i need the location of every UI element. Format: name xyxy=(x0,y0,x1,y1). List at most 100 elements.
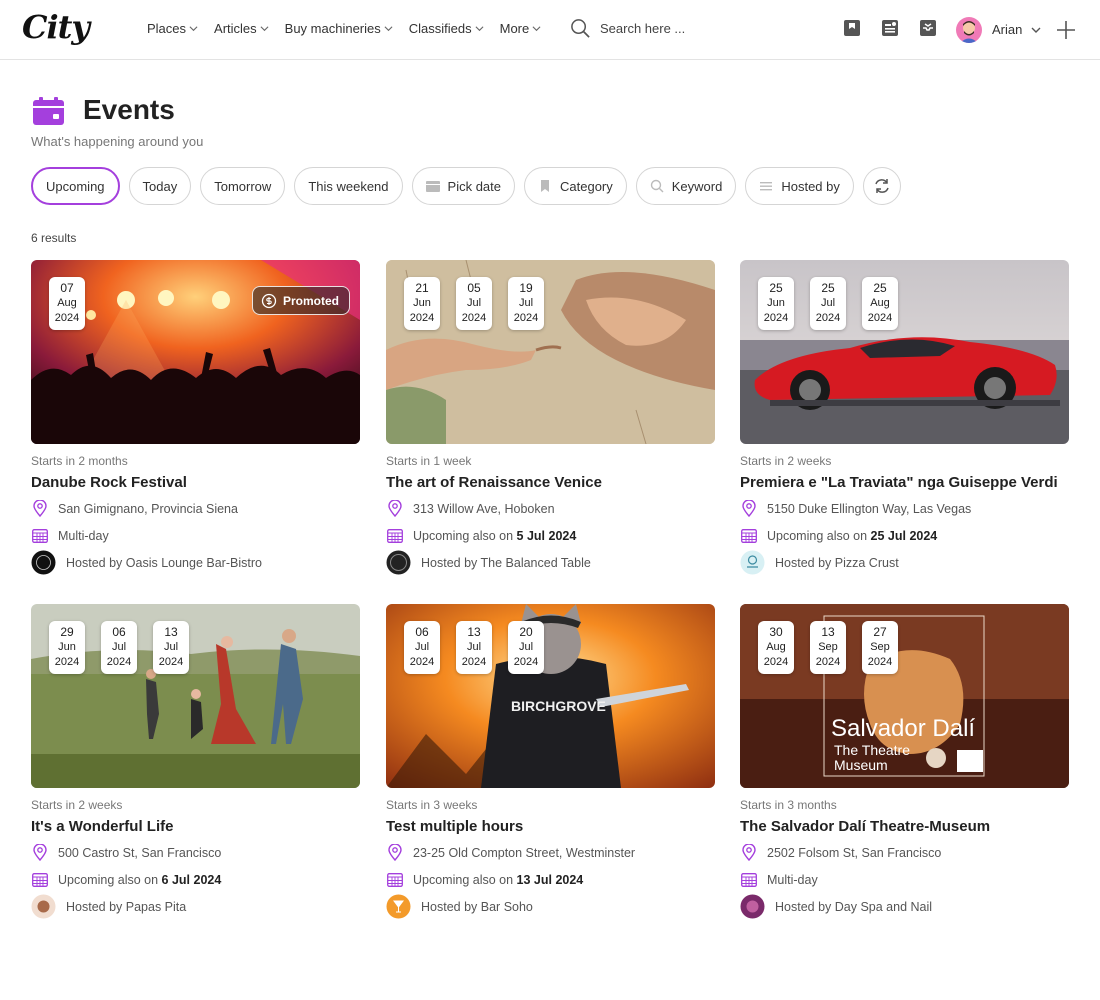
bookmark-box-icon[interactable] xyxy=(842,18,862,38)
date-year: 2024 xyxy=(513,656,539,668)
nav-buy-machineries[interactable]: Buy machineries xyxy=(285,21,393,36)
event-title[interactable]: The art of Renaissance Venice xyxy=(386,474,602,491)
event-title[interactable]: The Salvador Dalí Theatre-Museum xyxy=(740,818,990,835)
event-host[interactable]: Hosted by Bar Soho xyxy=(386,894,533,919)
dollar-badge-icon xyxy=(261,293,277,308)
date-badge: 25 Jul 2024 xyxy=(810,277,846,330)
date-year: 2024 xyxy=(815,656,841,668)
user-name[interactable]: Arian xyxy=(992,22,1022,37)
location-text: 23-25 Old Compton Street, Westminster xyxy=(413,845,636,860)
city-logo[interactable]: City xyxy=(22,8,90,46)
filter-upcoming[interactable]: Upcoming xyxy=(31,167,120,205)
filter-today[interactable]: Today xyxy=(128,167,192,205)
date-month: Aug xyxy=(766,641,786,653)
user-avatar[interactable] xyxy=(956,17,982,43)
date-badge: 29 Jun 2024 xyxy=(49,621,85,674)
calendar-grid-icon xyxy=(31,873,48,887)
search-icon xyxy=(571,19,590,38)
nav-articles[interactable]: Articles xyxy=(214,21,269,36)
date-month: Jul xyxy=(820,297,836,309)
date-day: 06 xyxy=(415,625,429,639)
event-title[interactable]: Test multiple hours xyxy=(386,818,523,835)
event-host[interactable]: Hosted by Papas Pita xyxy=(31,894,186,919)
calendar-grid-icon xyxy=(386,873,403,887)
event-host[interactable]: Hosted by Day Spa and Nail xyxy=(740,894,932,919)
nav-places[interactable]: Places xyxy=(147,21,198,36)
host-name: The Balanced Table xyxy=(480,555,591,570)
date-day: 25 xyxy=(873,281,887,295)
search-placeholder: Search here ... xyxy=(600,21,686,36)
filter-hosted-by[interactable]: Hosted by xyxy=(745,167,854,205)
date-badges: 21 Jun 2024 05 Jul 2024 19 Jul 2024 xyxy=(404,277,544,330)
date-year: 2024 xyxy=(158,656,184,668)
host-avatar xyxy=(386,894,411,919)
date-day: 25 xyxy=(821,281,835,295)
calendar-grid-icon xyxy=(386,529,403,543)
date-badge: 20 Jul 2024 xyxy=(508,621,544,674)
event-host[interactable]: Hosted by Oasis Lounge Bar-Bistro xyxy=(31,550,262,575)
filter-pick-date[interactable]: Pick date xyxy=(411,167,516,205)
date-day: 19 xyxy=(519,281,533,295)
event-title[interactable]: Premiera e "La Traviata" nga Guiseppe Ve… xyxy=(740,474,1058,491)
schedule-text: Upcoming also on xyxy=(767,528,871,543)
nav-more[interactable]: More xyxy=(500,21,542,36)
host-name: Pizza Crust xyxy=(834,555,899,570)
filter-tomorrow[interactable]: Tomorrow xyxy=(200,167,286,205)
event-schedule: Upcoming also on 25 Jul 2024 xyxy=(740,527,937,544)
date-badge: 13 Jul 2024 xyxy=(153,621,189,674)
nav-label: Classifieds xyxy=(408,21,472,36)
date-month: Jul xyxy=(518,641,534,653)
host-avatar xyxy=(740,550,765,575)
date-year: 2024 xyxy=(54,656,80,668)
date-month: Jul xyxy=(518,297,534,309)
date-day: 13 xyxy=(164,625,178,639)
date-badge: 21 Jun 2024 xyxy=(404,277,440,330)
date-year: 2024 xyxy=(54,312,80,324)
calendar-grid-icon xyxy=(31,529,48,543)
date-month: Jun xyxy=(413,297,431,309)
date-year: 2024 xyxy=(763,656,789,668)
nav-classifieds[interactable]: Classifieds xyxy=(409,21,484,36)
date-badge: 13 Jul 2024 xyxy=(456,621,492,674)
date-badge: 25 Aug 2024 xyxy=(862,277,898,330)
event-schedule: Multi-day xyxy=(31,527,109,544)
refresh-button[interactable] xyxy=(862,167,901,205)
event-starts: Starts in 3 months xyxy=(740,798,837,812)
date-month: Jul xyxy=(466,641,482,653)
date-year: 2024 xyxy=(461,312,487,324)
filter-label: Today xyxy=(142,178,178,194)
date-badge: 06 Jul 2024 xyxy=(404,621,440,674)
date-badge: 25 Jun 2024 xyxy=(758,277,794,330)
inbox-icon[interactable] xyxy=(918,18,938,38)
event-title[interactable]: It's a Wonderful Life xyxy=(31,818,173,835)
plus-icon[interactable] xyxy=(1055,19,1077,41)
filter-bar: Upcoming Today Tomorrow This weekend Pic… xyxy=(31,167,901,205)
document-icon[interactable] xyxy=(880,18,900,38)
calendar-grid-icon xyxy=(740,529,757,543)
event-location: 313 Willow Ave, Hoboken xyxy=(386,500,555,517)
map-pin-icon xyxy=(387,500,402,517)
event-host[interactable]: Hosted by Pizza Crust xyxy=(740,550,899,575)
event-title[interactable]: Danube Rock Festival xyxy=(31,474,187,491)
event-schedule: Multi-day xyxy=(740,871,818,888)
date-badges: 25 Jun 2024 25 Jul 2024 25 Aug 2024 xyxy=(758,277,898,330)
page-title: Events xyxy=(83,94,175,125)
search-box[interactable]: Search here ... xyxy=(570,18,685,39)
location-text: 500 Castro St, San Francisco xyxy=(58,845,222,860)
filter-keyword[interactable]: Keyword xyxy=(635,167,737,205)
page-subtitle: What's happening around you xyxy=(31,134,204,149)
chevron-down-icon xyxy=(384,26,393,32)
event-schedule: Upcoming also on 6 Jul 2024 xyxy=(31,871,221,888)
event-location: 500 Castro St, San Francisco xyxy=(31,844,221,861)
header-icons xyxy=(842,18,938,38)
date-year: 2024 xyxy=(867,656,893,668)
filter-category[interactable]: Category xyxy=(524,167,627,205)
date-month: Jun xyxy=(58,641,76,653)
event-starts: Starts in 3 weeks xyxy=(386,798,478,812)
map-pin-icon xyxy=(32,500,47,517)
event-host[interactable]: Hosted by The Balanced Table xyxy=(386,550,591,575)
date-day: 13 xyxy=(467,625,481,639)
filter-this-weekend[interactable]: This weekend xyxy=(294,167,403,205)
chevron-down-icon[interactable] xyxy=(1031,25,1041,35)
date-month: Jun xyxy=(767,297,785,309)
